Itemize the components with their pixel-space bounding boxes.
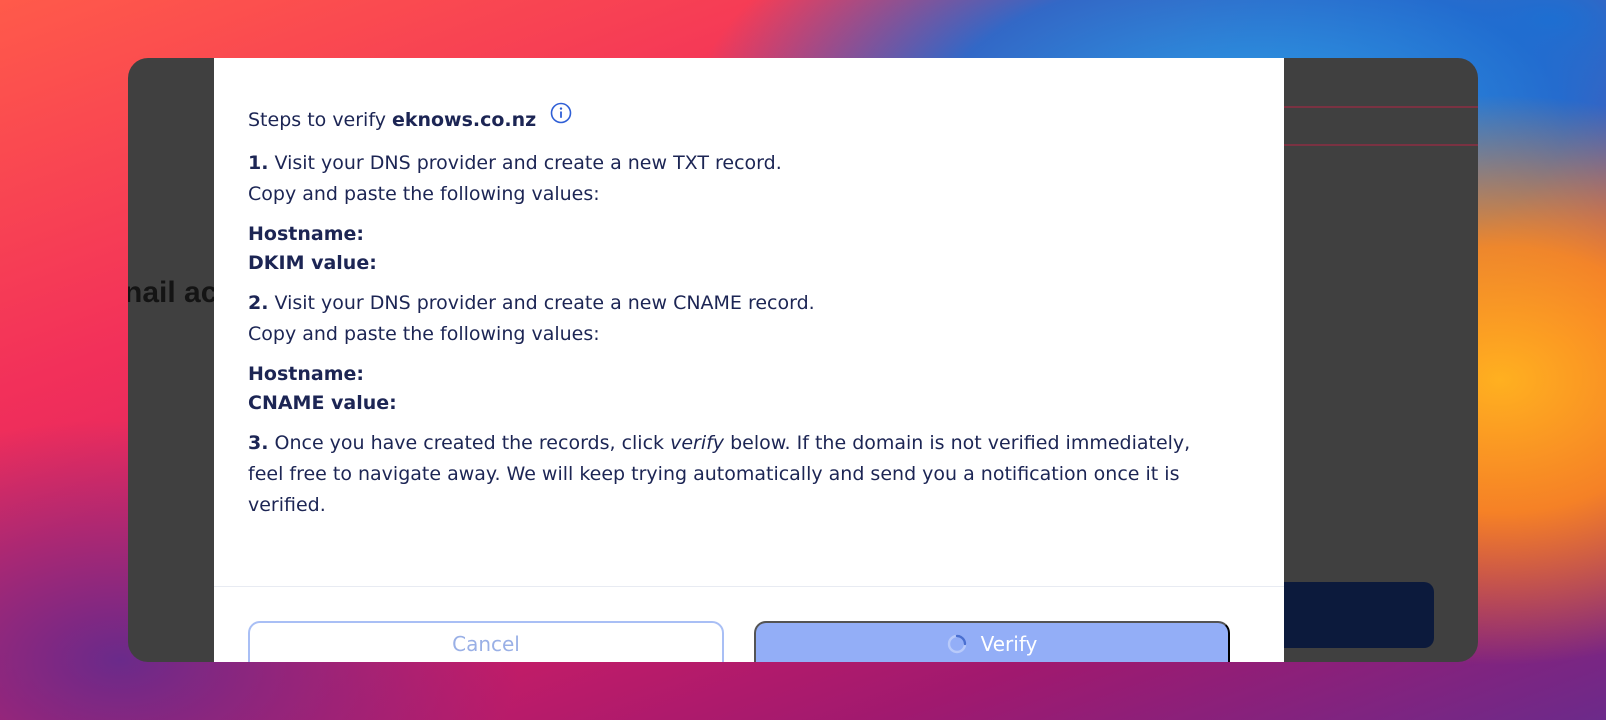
verify-button-label: Verify <box>980 631 1038 656</box>
modal-body: Steps to verify eknows.co.nz 1. Visit yo… <box>248 98 1248 521</box>
background-input-field <box>1278 106 1478 146</box>
step-3-text-before: Once you have created the records, click <box>274 432 665 454</box>
app-window: nail ac Steps to verify eknows.co.nz 1. … <box>128 58 1478 662</box>
footer-divider <box>214 586 1284 587</box>
desktop-wallpaper: nail ac Steps to verify eknows.co.nz 1. … <box>0 0 1606 720</box>
cancel-button-label: Cancel <box>452 631 520 656</box>
dkim-value-label: DKIM value: <box>248 252 377 274</box>
verify-domain-modal: Steps to verify eknows.co.nz 1. Visit yo… <box>214 58 1284 662</box>
step-3-number: 3. <box>248 432 269 454</box>
modal-title: Steps to verify eknows.co.nz <box>248 98 1248 142</box>
step-2: 2. Visit your DNS provider and create a … <box>248 288 1248 418</box>
step-2-copy-text: Copy and paste the following values: <box>248 323 600 345</box>
step-3-verify-emphasis: verify <box>670 432 725 454</box>
step-1-copy-text: Copy and paste the following values: <box>248 183 600 205</box>
cname-value-label: CNAME value: <box>248 392 397 414</box>
step-2-hostname-label: Hostname: <box>248 363 364 385</box>
loading-spinner-icon <box>947 634 967 654</box>
step-1-fields: Hostname: DKIM value: <box>248 220 1248 278</box>
step-2-number: 2. <box>248 292 269 314</box>
step-1-number: 1. <box>248 152 269 174</box>
step-2-fields: Hostname: CNAME value: <box>248 360 1248 418</box>
step-1-hostname-label: Hostname: <box>248 223 364 245</box>
title-prefix: Steps to verify <box>248 109 386 131</box>
info-icon[interactable] <box>550 102 572 124</box>
cancel-button[interactable]: Cancel <box>248 621 724 662</box>
step-2-text: Visit your DNS provider and create a new… <box>274 292 815 314</box>
step-1-text: Visit your DNS provider and create a new… <box>274 152 782 174</box>
step-3: 3. Once you have created the records, cl… <box>248 428 1208 521</box>
domain-name: eknows.co.nz <box>391 109 537 131</box>
verify-button[interactable]: Verify <box>754 621 1230 662</box>
background-heading: nail ac <box>128 276 218 309</box>
step-1: 1. Visit your DNS provider and create a … <box>248 148 1248 278</box>
